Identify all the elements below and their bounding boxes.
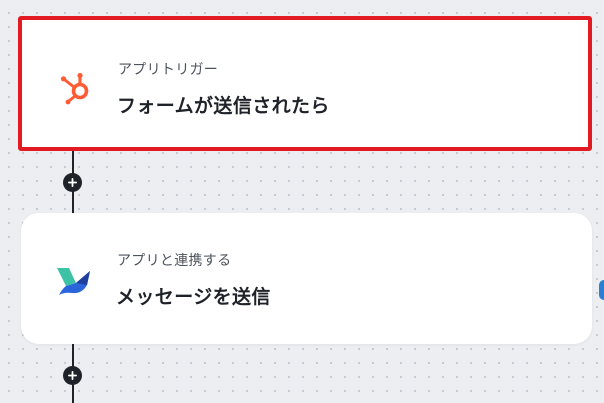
trigger-step-card[interactable]: アプリトリガー フォームが送信されたら: [18, 16, 592, 151]
messaging-bird-icon: [54, 261, 92, 299]
hubspot-icon: [56, 68, 94, 106]
add-step-button[interactable]: [63, 366, 82, 385]
step-type-label: アプリと連携する: [117, 253, 232, 269]
plus-icon: [68, 371, 77, 380]
step-title: フォームが送信されたら: [117, 95, 330, 117]
step-title: メッセージを送信: [116, 286, 271, 308]
step-type-label: アプリトリガー: [118, 62, 219, 78]
side-handle[interactable]: [599, 280, 604, 300]
add-step-button[interactable]: [63, 173, 82, 192]
workflow-canvas: アプリトリガー フォームが送信されたら アプリと連携する メッセージを送信: [0, 0, 604, 403]
action-step-card[interactable]: アプリと連携する メッセージを送信: [21, 213, 592, 344]
plus-icon: [68, 178, 77, 187]
